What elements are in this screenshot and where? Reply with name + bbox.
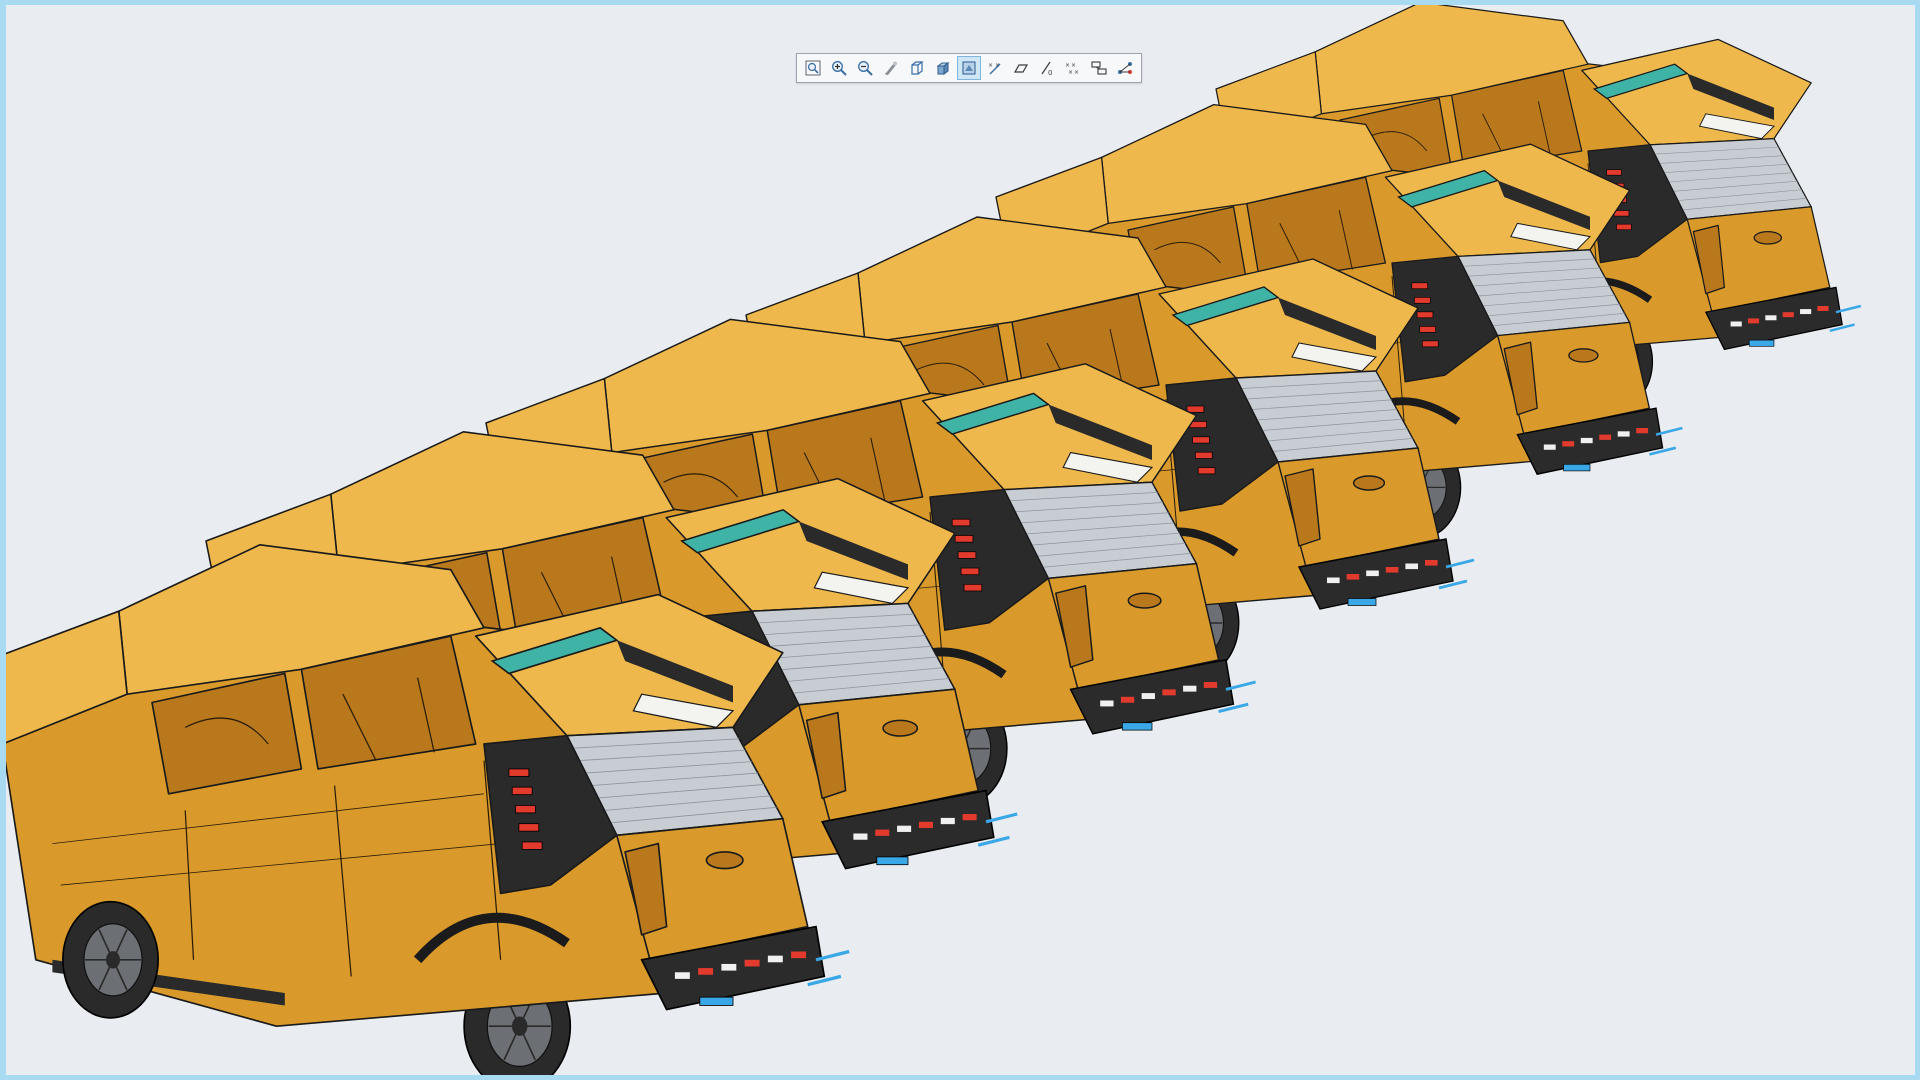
- zoom-fit-icon: [805, 60, 821, 76]
- shaded-edges-icon: [962, 61, 976, 75]
- plane-icon: [1013, 64, 1029, 73]
- svg-text:×: ×: [1074, 69, 1079, 76]
- axis-button[interactable]: 0: [1035, 56, 1059, 80]
- view-manager-button[interactable]: [1087, 56, 1111, 80]
- 3d-viewport[interactable]: × × 0 × × × ×: [0, 0, 1920, 1080]
- points-button[interactable]: × × × ×: [1061, 56, 1085, 80]
- zoom-out-icon: [858, 61, 873, 76]
- points-icon: × × × ×: [1065, 62, 1079, 76]
- pickup-truck-model[interactable]: [6, 543, 850, 1080]
- view-toolbar: × × 0 × × × ×: [796, 53, 1142, 83]
- svg-text:0: 0: [1048, 69, 1052, 77]
- shaded-edges-button[interactable]: [957, 56, 981, 80]
- hide-show-button[interactable]: × ×: [983, 56, 1007, 80]
- view-manager-icon: [1091, 61, 1107, 75]
- hide-show-icon: × ×: [988, 62, 1001, 75]
- connect-button[interactable]: [1113, 56, 1137, 80]
- plane-button[interactable]: [1009, 56, 1033, 80]
- svg-text:×: ×: [1065, 62, 1070, 69]
- zoom-fit-button[interactable]: [801, 56, 825, 80]
- wireframe-box-icon: [911, 61, 924, 75]
- shaded-box-button[interactable]: [931, 56, 955, 80]
- zoom-in-button[interactable]: [827, 56, 851, 80]
- svg-text:×: ×: [1071, 62, 1076, 69]
- pan-icon: [885, 61, 897, 75]
- zoom-out-button[interactable]: [853, 56, 877, 80]
- svg-text:×: ×: [1068, 69, 1073, 76]
- wheel: [62, 900, 159, 1019]
- axis-icon: 0: [1041, 61, 1052, 77]
- pan-button[interactable]: [879, 56, 903, 80]
- zoom-in-icon: [832, 61, 847, 76]
- model-scene[interactable]: [6, 5, 1920, 1080]
- connect-icon: [1118, 62, 1132, 74]
- shaded-box-icon: [936, 62, 950, 75]
- svg-text:×: ×: [988, 62, 993, 69]
- wireframe-box-button[interactable]: [905, 56, 929, 80]
- vehicle-array: [6, 5, 1862, 1080]
